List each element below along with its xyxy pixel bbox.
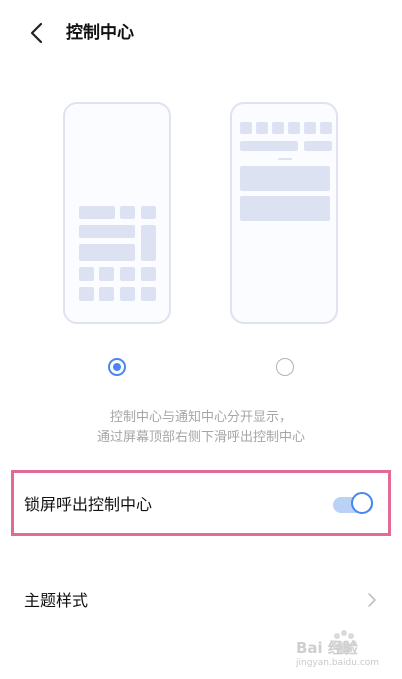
preview-block [99, 267, 114, 281]
preview-block [240, 166, 330, 191]
preview-block [79, 206, 115, 219]
preview-block [240, 141, 298, 151]
preview-block [141, 225, 156, 261]
radio-combined-style[interactable] [108, 358, 126, 376]
preview-block [256, 122, 268, 134]
radio-separate-style[interactable] [276, 358, 294, 376]
preview-block [304, 122, 316, 134]
header-bar: 控制中心 [0, 0, 402, 70]
description-line-2: 通过屏幕顶部右侧下滑呼出控制中心 [96, 430, 305, 445]
preview-block [120, 287, 135, 301]
preview-block [120, 206, 135, 219]
preview-block [240, 122, 252, 134]
chevron-left-icon[interactable] [24, 20, 50, 46]
preview-block [79, 225, 135, 238]
preview-block [141, 206, 156, 219]
preview-block [120, 267, 135, 281]
control-center-preview-separate[interactable] [230, 102, 338, 324]
description-line-1: 控制中心与通知中心分开显示， [109, 410, 292, 425]
preview-block [288, 122, 300, 134]
watermark-brand: Bai 经验 [296, 639, 359, 657]
control-center-preview-combined[interactable] [63, 102, 171, 324]
preview-block [240, 196, 330, 221]
lockscreen-control-center-label: 锁屏呼出控制中心 [24, 495, 153, 514]
preview-block [141, 267, 156, 281]
preview-block [320, 122, 332, 134]
preview-block [141, 287, 156, 301]
preview-handle [278, 158, 292, 160]
preview-block [304, 141, 332, 151]
preview-block [79, 267, 94, 281]
preview-block [79, 287, 94, 301]
preview-block [99, 287, 114, 301]
preview-block [79, 244, 135, 261]
toggle-knob [351, 492, 373, 514]
theme-style-label[interactable]: 主题样式 [24, 590, 88, 612]
preview-block [272, 122, 284, 134]
page-title: 控制中心 [66, 23, 134, 43]
chevron-right-icon[interactable] [366, 590, 378, 610]
watermark-url: jingyan.baidu.com [296, 658, 380, 668]
lockscreen-control-center-toggle[interactable] [329, 490, 377, 518]
